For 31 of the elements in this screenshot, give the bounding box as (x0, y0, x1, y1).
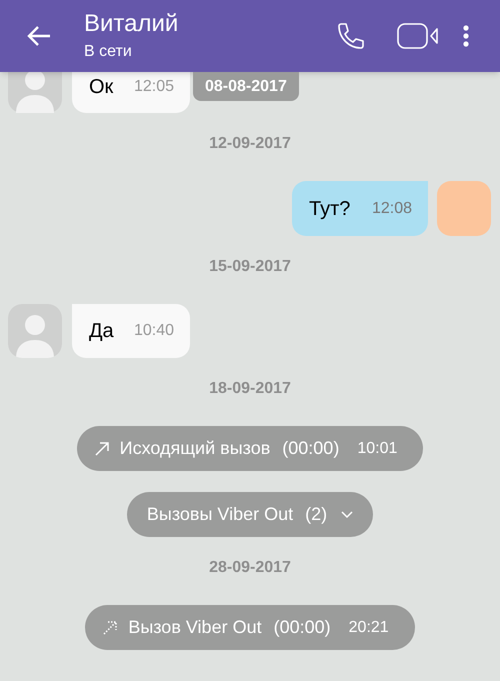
message-text: Да (89, 319, 114, 344)
dotted-arrow-icon (103, 620, 118, 635)
date-label: 28-09-2017 (209, 558, 291, 578)
call-duration: (00:00) (274, 616, 331, 639)
date-badge: 08-08-2017 (193, 72, 299, 101)
message-text: Ок (89, 74, 114, 100)
call-group-label: Вызовы Viber Out (146, 503, 294, 526)
back-arrow-icon[interactable] (27, 25, 51, 47)
message-time: 12:05 (134, 76, 174, 96)
call-time: 20:21 (348, 618, 389, 638)
video-camera-icon[interactable] (397, 23, 439, 49)
call-count: (2) (305, 503, 328, 526)
date-label: 15-09-2017 (209, 257, 291, 277)
message-bubble[interactable]: Да 10:40 (72, 304, 190, 358)
date-label: 18-09-2017 (209, 379, 291, 399)
message-time: 12:08 (372, 198, 412, 218)
call-time: 10:01 (357, 438, 398, 458)
call-label: Вызов Viber Out (128, 616, 262, 639)
chevron-icon (341, 510, 354, 518)
status-text: В сети (84, 42, 133, 62)
message-time: 10:40 (134, 321, 174, 341)
message-bubble[interactable]: Ок 12:05 (72, 72, 190, 113)
more-options-icon[interactable] (463, 25, 469, 47)
phone-icon[interactable] (336, 21, 366, 51)
message-bubble[interactable]: Тут? 12:08 (292, 181, 428, 236)
message-text: Тут? (309, 196, 350, 222)
call-duration: (00:00) (282, 437, 340, 460)
outgoing-arrow-icon (94, 441, 110, 456)
date-label: 12-09-2017 (209, 134, 291, 154)
call-label: Исходящий вызов (120, 437, 270, 460)
contact-name: Виталий (84, 10, 178, 38)
